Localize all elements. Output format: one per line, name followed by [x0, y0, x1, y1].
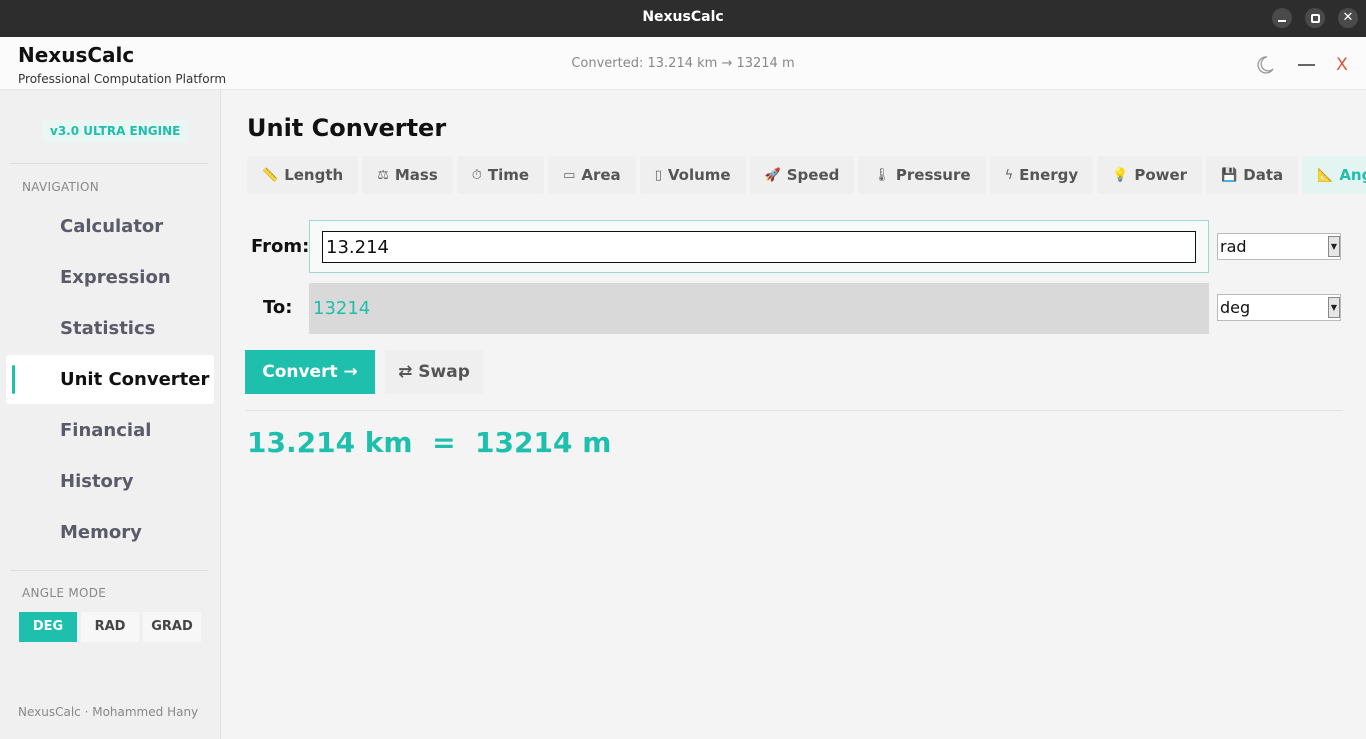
- maximize-icon: [1310, 13, 1320, 23]
- thermometer-icon: 🌡: [873, 167, 890, 183]
- app-minimize-button[interactable]: [1294, 53, 1318, 77]
- conversion-result: 13.214 km = 13214 m: [247, 426, 612, 459]
- tab-speed[interactable]: 🚀 Speed: [749, 156, 855, 194]
- angle-mode-grad-button[interactable]: GRAD: [143, 612, 201, 642]
- sidebar-item-statistics[interactable]: Statistics: [6, 304, 214, 353]
- sidebar-item-unit-converter[interactable]: Unit Converter: [6, 355, 214, 404]
- dropdown-arrow-icon: ▼: [1328, 236, 1340, 257]
- from-field-container: [309, 220, 1209, 273]
- sidebar-item-calculator[interactable]: Calculator: [6, 202, 214, 251]
- tab-label: Volume: [667, 166, 731, 184]
- category-tabs: 📏 Length ⚖ Mass ⏱ Time ▭ Area ▯ Volume 🚀 Speed…: [247, 156, 1366, 196]
- sidebar-footer: NexusCalc · Mohammed Hany: [18, 705, 199, 719]
- clock-icon: ⏱: [471, 167, 482, 183]
- to-label: To:: [263, 297, 293, 318]
- sidebar-divider: [10, 570, 208, 571]
- sidebar: v3.0 ULTRA ENGINE NAVIGATION Calculator …: [0, 90, 221, 739]
- sidebar-divider: [10, 163, 208, 164]
- app-tagline: Professional Computation Platform: [18, 72, 227, 86]
- close-icon: ✕: [1342, 10, 1354, 25]
- tab-label: Time: [487, 166, 530, 184]
- lightning-icon: ϟ: [1004, 167, 1014, 183]
- dropdown-arrow-icon: ▼: [1328, 297, 1340, 318]
- section-divider: [245, 410, 1343, 411]
- tab-label: Speed: [786, 166, 840, 184]
- tab-power[interactable]: 💡 Power: [1097, 156, 1203, 194]
- tab-volume[interactable]: ▯ Volume: [639, 156, 746, 194]
- sidebar-item-history[interactable]: History: [6, 457, 214, 506]
- window-minimize-button[interactable]: [1272, 8, 1292, 28]
- moon-icon: [1257, 56, 1274, 74]
- tab-area[interactable]: ▭ Area: [548, 156, 636, 194]
- theme-toggle-button[interactable]: [1253, 53, 1277, 77]
- tab-label: Energy: [1019, 166, 1079, 184]
- tab-length[interactable]: 📏 Length: [247, 156, 359, 194]
- to-unit-select[interactable]: deg ▼: [1217, 294, 1341, 321]
- sidebar-item-expression[interactable]: Expression: [6, 253, 214, 302]
- convert-button[interactable]: Convert →: [245, 350, 375, 394]
- rocket-icon: 🚀: [764, 167, 781, 183]
- container-icon: ▯: [654, 167, 662, 183]
- app-header: NexusCalc Professional Computation Platf…: [0, 37, 1366, 90]
- tab-label: Data: [1243, 166, 1284, 184]
- triangle-ruler-icon: 📐: [1317, 167, 1334, 183]
- status-text: Converted: 13.214 km → 13214 m: [571, 56, 795, 71]
- tab-label: Length: [284, 166, 344, 184]
- main-panel: Unit Converter 📏 Length ⚖ Mass ⏱ Time ▭ Area…: [221, 90, 1366, 739]
- tab-label: Pressure: [895, 166, 971, 184]
- rectangle-icon: ▭: [563, 167, 576, 183]
- swap-button[interactable]: ⇄ Swap: [385, 350, 483, 394]
- scale-icon: ⚖: [377, 167, 389, 183]
- angle-mode-deg-button[interactable]: DEG: [19, 612, 77, 642]
- tab-mass[interactable]: ⚖ Mass: [362, 156, 453, 194]
- tab-time[interactable]: ⏱ Time: [456, 156, 545, 194]
- version-badge: v3.0 ULTRA ENGINE: [42, 120, 189, 142]
- tab-label: Angle: [1339, 166, 1366, 184]
- minimize-icon: [1278, 20, 1286, 22]
- tab-label: Power: [1134, 166, 1188, 184]
- tab-label: Mass: [394, 166, 438, 184]
- angle-mode-rad-button[interactable]: RAD: [81, 612, 139, 642]
- sidebar-item-financial[interactable]: Financial: [6, 406, 214, 455]
- to-value-output: 13214: [309, 283, 1209, 334]
- floppy-disk-icon: 💾: [1221, 167, 1238, 183]
- tab-data[interactable]: 💾 Data: [1206, 156, 1299, 194]
- window-maximize-button[interactable]: [1305, 8, 1325, 28]
- from-label: From:: [251, 236, 310, 257]
- angle-mode-heading: ANGLE MODE: [22, 586, 107, 600]
- minus-icon: [1297, 64, 1315, 66]
- sidebar-item-memory[interactable]: Memory: [6, 508, 214, 557]
- to-unit-value: deg: [1220, 298, 1251, 317]
- bulb-icon: 💡: [1112, 167, 1129, 183]
- nav-heading: NAVIGATION: [22, 180, 100, 194]
- window-titlebar: NexusCalc ✕: [0, 0, 1366, 37]
- app-close-button[interactable]: X: [1330, 53, 1354, 77]
- tab-angle[interactable]: 📐 Angle: [1302, 156, 1366, 194]
- tab-label: Area: [581, 166, 621, 184]
- from-unit-value: rad: [1220, 237, 1247, 256]
- from-value-input[interactable]: [322, 231, 1196, 263]
- tab-pressure[interactable]: 🌡 Pressure: [858, 156, 986, 194]
- from-unit-select[interactable]: rad ▼: [1217, 233, 1341, 260]
- tab-energy[interactable]: ϟ Energy: [989, 156, 1094, 194]
- page-title: Unit Converter: [247, 114, 447, 142]
- window-title: NexusCalc: [642, 9, 724, 25]
- window-close-button[interactable]: ✕: [1338, 8, 1358, 28]
- ruler-icon: 📏: [262, 167, 279, 183]
